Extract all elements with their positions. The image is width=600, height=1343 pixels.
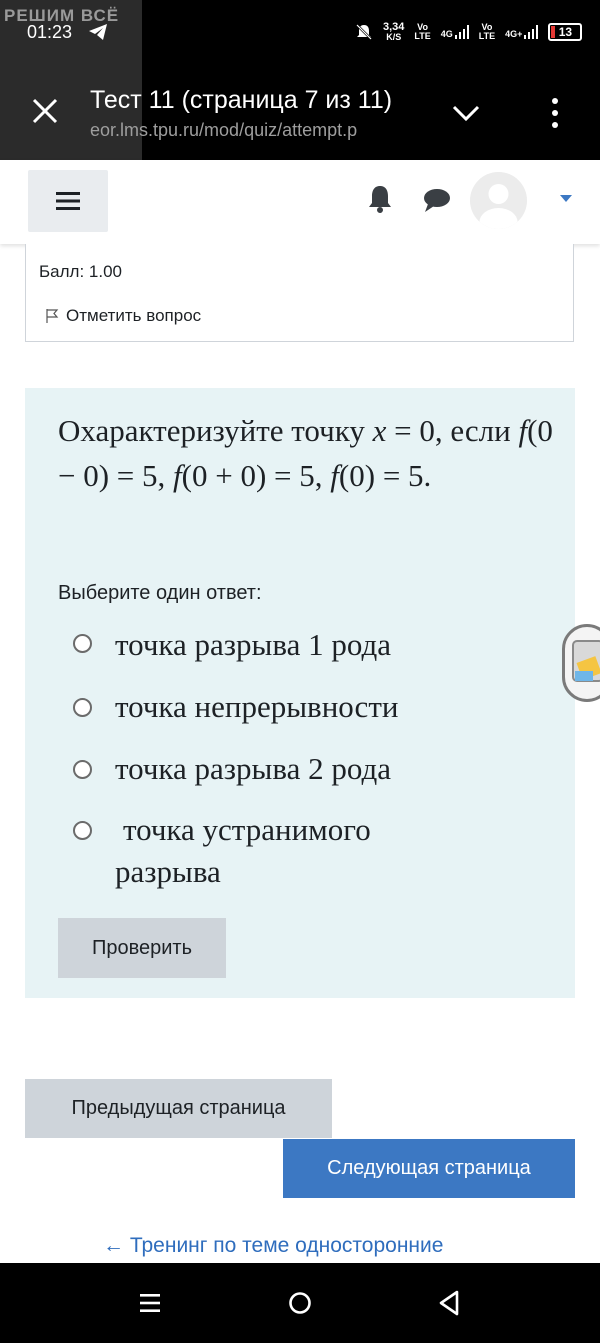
notes-icon: [572, 640, 600, 682]
question-text: Охарактеризуйте точку x = 0, если f(0 − …: [58, 408, 558, 498]
signal-icon: [454, 25, 469, 39]
battery-icon: 13: [548, 23, 583, 41]
answer-radio-2[interactable]: [73, 698, 92, 717]
answer-prompt: Выберите один ответ:: [58, 582, 262, 604]
math-function: f: [173, 458, 182, 493]
dnd-bell-icon: [356, 24, 372, 40]
answer-label-3[interactable]: точка разрыва 2 рода: [115, 748, 391, 790]
check-button[interactable]: Проверить: [58, 918, 226, 978]
answer-radio-4[interactable]: [73, 821, 92, 840]
network-speed-unit: K/S: [386, 32, 402, 42]
menu-button[interactable]: [28, 170, 108, 232]
chevron-down-icon[interactable]: [450, 98, 482, 128]
recents-icon[interactable]: [138, 1291, 162, 1315]
question-info: [25, 244, 574, 342]
back-icon[interactable]: [438, 1290, 460, 1316]
sim2-network-type: 4G+: [505, 29, 523, 39]
answer-radio-1[interactable]: [73, 634, 92, 653]
answer-label-2[interactable]: точка непрерывности: [115, 686, 398, 728]
answer-label-1[interactable]: точка разрыва 1 рода: [115, 624, 391, 666]
signal-icon: [524, 25, 539, 39]
floating-widget[interactable]: [562, 624, 600, 702]
answer-label-4-cont[interactable]: разрыва: [115, 851, 221, 893]
flag-question-link[interactable]: Отметить вопрос: [66, 306, 201, 326]
flag-icon[interactable]: [45, 308, 59, 324]
question-text-part: (0 + 0) = 5,: [181, 458, 331, 493]
answer-label-4[interactable]: точка устранимого: [123, 809, 371, 851]
close-icon[interactable]: [30, 96, 60, 126]
bell-icon[interactable]: [366, 184, 394, 214]
sim1-network-type: 4G: [440, 29, 453, 39]
page-title: Тест 11 (страница 7 из 11): [90, 86, 393, 114]
question-text-part: (0) = 5.: [338, 458, 432, 493]
hamburger-icon: [56, 192, 80, 210]
user-avatar-icon: [470, 172, 527, 229]
question-grade: Балл: 1.00: [39, 262, 122, 281]
training-link[interactable]: ← Тренинг по теме односторонние: [103, 1234, 443, 1258]
question-text-part: Охарактеризуйте точку: [58, 413, 373, 448]
sim1-signal: 4G: [441, 25, 469, 39]
sim2-volte: Vo LTE: [479, 23, 495, 41]
sim1-volte: Vo LTE: [414, 23, 430, 41]
math-variable: x: [372, 413, 387, 448]
math-function: f: [330, 458, 339, 493]
math-function: f: [518, 413, 528, 448]
status-time: 01:23: [27, 22, 73, 42]
status-indicators: 3,34 K/S Vo LTE 4G Vo LTE 4G+ 13: [355, 18, 583, 46]
avatar[interactable]: [470, 172, 527, 229]
battery-level: 13: [558, 25, 573, 39]
network-speed: 3,34 K/S: [383, 22, 404, 42]
sim1-volte-bottom: LTE: [414, 31, 431, 41]
previous-page-button[interactable]: Предыдущая страница: [25, 1079, 332, 1138]
answer-radio-3[interactable]: [73, 760, 92, 779]
caret-down-icon[interactable]: [558, 192, 574, 204]
page-url[interactable]: eor.lms.tpu.ru/mod/quiz/attempt.p: [90, 120, 420, 141]
home-icon[interactable]: [288, 1291, 312, 1315]
telegram-icon: [89, 24, 107, 40]
question-text-part: = 0, если: [386, 413, 519, 448]
chat-icon[interactable]: [421, 186, 453, 214]
sim2-volte-bottom: LTE: [478, 31, 496, 41]
more-options-icon[interactable]: [543, 96, 567, 130]
next-page-button[interactable]: Следующая страница: [283, 1139, 575, 1198]
sim2-signal: 4G+: [505, 25, 539, 39]
